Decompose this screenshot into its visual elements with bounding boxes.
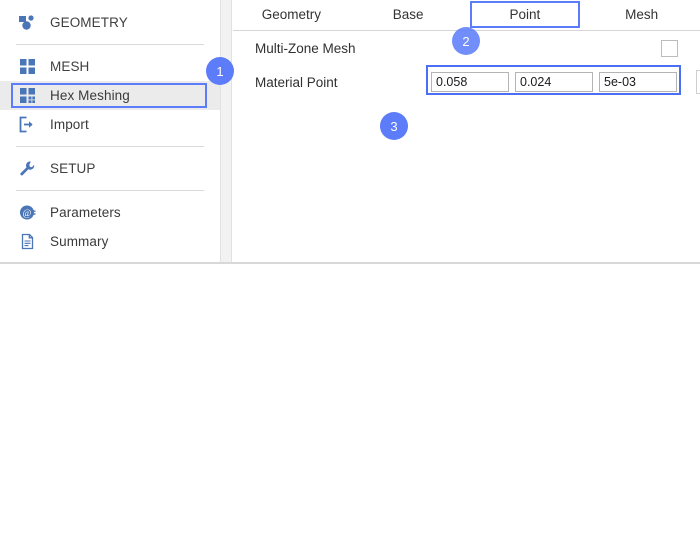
- material-point-fields: 0.058 0.024 5e-03: [426, 65, 700, 95]
- tab-mesh[interactable]: Mesh: [583, 0, 700, 30]
- material-point-picker-button[interactable]: [696, 70, 700, 94]
- sidebar-item-label: Hex Meshing: [50, 88, 130, 103]
- sidebar-item-import[interactable]: Import: [0, 110, 220, 139]
- sidebar-navigation: GEOMETRY MESH Hex Meshing Import SETUP @…: [0, 0, 220, 263]
- import-icon: [16, 114, 38, 136]
- callout-badge-1: 1: [206, 57, 234, 85]
- svg-text:@: @: [22, 209, 31, 219]
- material-point-label: Material Point: [255, 74, 338, 90]
- sidebar-item-label: Parameters: [50, 205, 121, 220]
- sidebar-divider-2: [16, 146, 204, 147]
- hex-mesh-icon: [16, 85, 38, 107]
- sidebar-item-mesh[interactable]: MESH: [0, 52, 220, 81]
- tab-point[interactable]: Point: [467, 0, 584, 30]
- sidebar-splitter[interactable]: [220, 0, 232, 263]
- top-pane: GEOMETRY MESH Hex Meshing Import SETUP @…: [0, 0, 700, 263]
- document-icon: [16, 231, 38, 253]
- hex-mesh-3d-view[interactable]: [0, 264, 700, 545]
- sidebar-item-parameters[interactable]: @ Parameters: [0, 198, 220, 227]
- sidebar-item-label: GEOMETRY: [50, 15, 128, 30]
- multi-zone-mesh-checkbox[interactable]: [661, 39, 678, 57]
- callout-badge-2: 2: [452, 27, 480, 55]
- tab-base[interactable]: Base: [350, 0, 467, 30]
- sidebar-item-label: Import: [50, 117, 89, 132]
- material-point-x-input[interactable]: 0.058: [431, 72, 509, 92]
- callout-badge-3: 3: [380, 112, 408, 140]
- multi-zone-mesh-label: Multi-Zone Mesh: [255, 40, 356, 56]
- sidebar-item-label: MESH: [50, 59, 90, 74]
- tab-bar: Geometry Base Point Mesh: [233, 0, 700, 30]
- row-material-point: Material Point 0.058 0.024 5e-03: [233, 65, 700, 99]
- wrench-icon: [16, 158, 38, 180]
- sidebar-item-geometry[interactable]: GEOMETRY: [0, 8, 220, 37]
- sidebar-divider-3: [16, 190, 204, 191]
- material-point-z-input[interactable]: 5e-03: [599, 72, 677, 92]
- tab-geometry[interactable]: Geometry: [233, 0, 350, 30]
- mesh-grid-icon: [16, 56, 38, 78]
- sidebar-divider-1: [16, 44, 204, 45]
- material-point-y-input[interactable]: 0.024: [515, 72, 593, 92]
- sidebar-item-setup[interactable]: SETUP: [0, 154, 220, 183]
- at-parameter-icon: @: [16, 202, 38, 224]
- sidebar-item-summary[interactable]: Summary: [0, 227, 220, 256]
- geometry-icon: [16, 12, 38, 34]
- sidebar-item-label: SETUP: [50, 161, 96, 176]
- sidebar-item-hex-meshing[interactable]: Hex Meshing: [0, 81, 220, 110]
- sidebar-item-label: Summary: [50, 234, 109, 249]
